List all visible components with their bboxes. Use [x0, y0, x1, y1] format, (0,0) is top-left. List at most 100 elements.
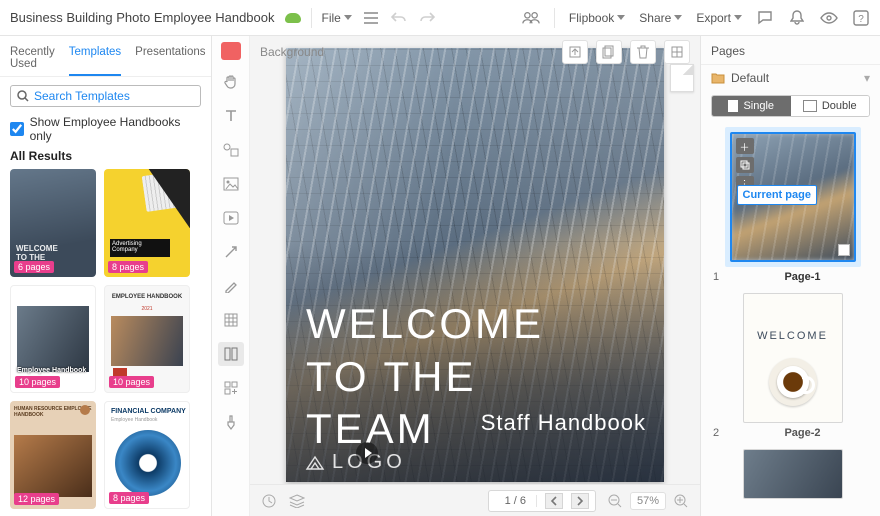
help-icon[interactable]: ? — [852, 9, 870, 27]
template-title: FINANCIAL COMPANY — [111, 408, 186, 415]
page-canvas[interactable]: WELCOME TO THE TEAM Staff Handbook LOGO — [286, 48, 664, 482]
comments-icon[interactable] — [756, 9, 774, 27]
thumb-checkbox[interactable] — [838, 244, 850, 256]
pages-panel-title: Pages — [701, 36, 880, 65]
page-thumbnail-item[interactable] — [711, 449, 874, 499]
folder-name: Default — [731, 71, 769, 85]
export-label: Export — [696, 11, 731, 25]
page-name[interactable]: Page-1 — [733, 271, 872, 283]
search-icon — [17, 90, 29, 102]
page-index: 1 — [713, 271, 725, 283]
folder-icon — [711, 72, 725, 84]
zoom-percentage[interactable]: 57% — [630, 492, 666, 510]
svg-text:?: ? — [858, 14, 864, 25]
components-tool[interactable] — [218, 376, 244, 400]
tab-templates[interactable]: Templates — [69, 46, 121, 76]
page-mode-toggle: Single Double — [711, 95, 870, 117]
template-card[interactable]: Advertising Company 8 pages — [104, 169, 190, 277]
search-templates[interactable] — [10, 85, 201, 107]
flipbook-menu[interactable]: Flipbook — [569, 11, 625, 25]
page-name[interactable]: Page-2 — [733, 427, 872, 439]
pages-folder[interactable]: Default ▾ — [701, 65, 880, 91]
left-panel: Recently Used Templates Presentations Sh… — [0, 36, 212, 516]
list-view-icon[interactable] — [362, 9, 380, 27]
table-tool[interactable] — [218, 308, 244, 332]
filter-show-handbooks[interactable]: Show Employee Handbooks only — [0, 115, 211, 149]
caret-down-icon: ▾ — [864, 71, 870, 85]
undo-button[interactable] — [390, 9, 408, 27]
shapes-tool[interactable] — [218, 138, 244, 162]
collaborators-icon[interactable] — [522, 9, 540, 27]
left-toolstrip — [212, 36, 250, 516]
duplicate-page-icon[interactable] — [596, 40, 622, 64]
logo-mark-icon — [304, 452, 326, 474]
filter-checkbox[interactable] — [10, 122, 24, 136]
pages-badge: 12 pages — [14, 493, 59, 505]
zoom-controls: 57% — [606, 492, 690, 510]
page-indicator: 1 / 6 — [495, 495, 537, 507]
delete-page-icon[interactable] — [630, 40, 656, 64]
preview-icon[interactable] — [820, 9, 838, 27]
current-page-tag: Current page — [737, 185, 817, 205]
layout-tool[interactable] — [218, 342, 244, 366]
export-menu[interactable]: Export — [696, 11, 742, 25]
template-card[interactable]: FINANCIAL COMPANY Employee Handbook 8 pa… — [104, 401, 190, 509]
text-tool[interactable] — [218, 104, 244, 128]
caret-down-icon — [344, 15, 352, 20]
hand-tool[interactable] — [218, 70, 244, 94]
zoom-in-button[interactable] — [672, 492, 690, 510]
caret-down-icon — [617, 15, 625, 20]
canvas-area: Background WELCOME TO THE TEAM Staff Han… — [212, 36, 700, 516]
tab-recently-used[interactable]: Recently Used — [10, 46, 55, 76]
history-icon[interactable] — [260, 492, 278, 510]
pen-tool[interactable] — [218, 274, 244, 298]
canvas-footer: 1 / 6 57% — [250, 484, 700, 516]
mode-label: Double — [822, 100, 857, 112]
pages-panel: Pages Default ▾ Single Double — [700, 36, 880, 516]
share-menu[interactable]: Share — [639, 11, 682, 25]
template-card[interactable]: Employee Handbook 10 pages — [10, 285, 96, 393]
page-settings-icon[interactable] — [664, 40, 690, 64]
thumb-duplicate-icon[interactable] — [736, 157, 754, 173]
export-page-icon[interactable] — [562, 40, 588, 64]
file-menu-label: File — [322, 11, 341, 25]
cover-subtitle: Staff Handbook — [481, 410, 646, 436]
filter-label: Show Employee Handbooks only — [30, 115, 201, 143]
all-results-heading: All Results — [0, 149, 211, 169]
prev-page-button[interactable] — [545, 493, 563, 509]
template-card[interactable]: EMPLOYEE HANDBOOK 2021 10 pages — [104, 285, 190, 393]
cloud-sync-icon — [285, 13, 301, 23]
document-title: Business Building Photo Employee Handboo… — [10, 10, 275, 25]
pager: 1 / 6 — [488, 490, 596, 512]
template-card[interactable]: HUMAN RESOURCE EMPLOYEE HANDBOOK 12 page… — [10, 401, 96, 509]
color-fill-tool[interactable] — [221, 42, 241, 60]
page-peek-icon[interactable] — [670, 64, 694, 92]
template-card[interactable]: WELCOME TO THE TEAM 6 pages — [10, 169, 96, 277]
background-label: Background — [260, 45, 324, 59]
video-tool[interactable] — [218, 206, 244, 230]
tab-presentations[interactable]: Presentations — [135, 46, 205, 76]
template-title: EMPLOYEE HANDBOOK — [105, 294, 189, 300]
flipbook-label: Flipbook — [569, 11, 614, 25]
template-subtitle: Employee Handbook — [111, 417, 157, 423]
share-label: Share — [639, 11, 671, 25]
mode-single-button[interactable]: Single — [712, 96, 791, 116]
next-page-button[interactable] — [571, 493, 589, 509]
search-input[interactable] — [34, 89, 194, 103]
notifications-icon[interactable] — [788, 9, 806, 27]
page-thumbnail-item[interactable]: ＋ ⋮ Current page 1 Page-1 — [711, 127, 874, 283]
file-menu[interactable]: File — [322, 11, 352, 25]
zoom-out-button[interactable] — [606, 492, 624, 510]
arrow-tool[interactable] — [218, 240, 244, 264]
image-tool[interactable] — [218, 172, 244, 196]
play-animation-button[interactable] — [356, 442, 378, 464]
mode-double-button[interactable]: Double — [791, 96, 870, 116]
brush-tool[interactable] — [218, 410, 244, 434]
canvas-header: Background — [250, 36, 700, 68]
thumb-add-icon[interactable]: ＋ — [736, 138, 754, 154]
pages-badge: 6 pages — [14, 261, 54, 273]
layers-icon[interactable] — [288, 492, 306, 510]
redo-button[interactable] — [418, 9, 436, 27]
page-thumbnail-item[interactable]: WELCOME 2 Page-2 — [711, 293, 874, 439]
page-index: 2 — [713, 427, 725, 439]
